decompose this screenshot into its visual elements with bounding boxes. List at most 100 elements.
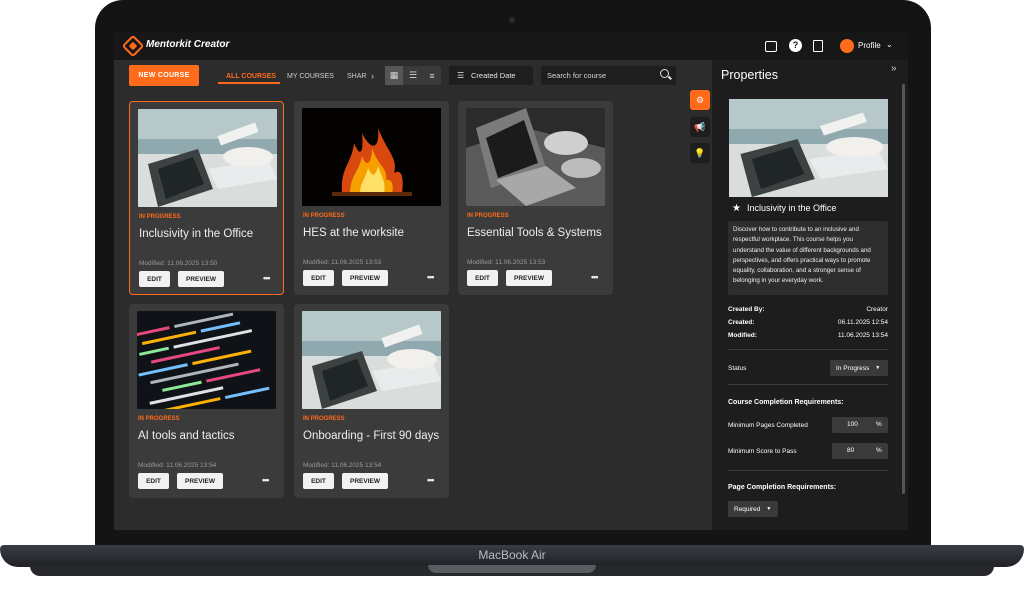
course-card[interactable]: IN PROGRESS HES at the worksite Modified…: [294, 101, 449, 295]
camera-dot: [509, 17, 515, 23]
device-brand-label: MacBook Air: [478, 548, 546, 562]
preview-button[interactable]: PREVIEW: [342, 473, 388, 489]
properties-panel: Properties » ★ Inclusivity in the Office…: [712, 60, 908, 530]
edit-button[interactable]: EDIT: [139, 271, 170, 287]
more-options-icon[interactable]: •••: [591, 272, 599, 282]
panel-scrollbar[interactable]: [902, 84, 905, 494]
course-thumbnail: [466, 108, 605, 206]
course-title: AI tools and tactics: [138, 430, 235, 442]
course-thumbnail: [302, 311, 441, 409]
modified-label: Modified:: [728, 332, 757, 339]
panel-title: Properties: [721, 68, 778, 82]
course-modified: Modified: 11.06.2025 13:53: [303, 259, 382, 266]
tab-all-courses[interactable]: ALL COURSES: [226, 73, 276, 80]
preview-button[interactable]: PREVIEW: [178, 271, 224, 287]
tab-shared[interactable]: SHAR: [347, 73, 366, 80]
created-value: 06.11.2025 12:54: [837, 319, 888, 326]
code-photo-image: [137, 311, 276, 409]
course-status: IN PROGRESS: [303, 416, 345, 422]
course-modified: Modified: 11.06.2025 13:53: [467, 259, 546, 266]
list-view-icon[interactable]: ☰: [404, 66, 422, 85]
new-course-button[interactable]: NEW COURSE: [129, 65, 199, 86]
megaphone-icon[interactable]: 📢: [690, 117, 710, 137]
book-icon[interactable]: [813, 40, 823, 52]
compact-list-icon[interactable]: ≡: [423, 66, 441, 85]
preview-button[interactable]: PREVIEW: [342, 270, 388, 286]
page-completion-heading: Page Completion Requirements:: [728, 484, 837, 491]
laptop-notch: [428, 565, 596, 573]
selected-course-title: Inclusivity in the Office: [747, 203, 837, 213]
more-options-icon[interactable]: •••: [427, 272, 435, 282]
course-modified: Modified: 11.06.2025 13:54: [138, 462, 217, 469]
chevron-down-icon[interactable]: ⌄: [886, 40, 893, 49]
view-toggle-group: ▦ ☰ ≡: [385, 66, 441, 85]
selected-course-thumbnail: [729, 99, 888, 197]
folder-icon[interactable]: [765, 41, 777, 52]
percent-unit: %: [876, 421, 882, 428]
divider: [728, 384, 888, 385]
app-title: Mentorkit Creator: [146, 39, 230, 50]
min-score-input[interactable]: 80 %: [832, 443, 888, 459]
min-pages-value: 100: [847, 421, 858, 428]
chevron-right-icon[interactable]: ›: [371, 71, 374, 81]
course-modified: Modified: 11.06.2025 13:50: [139, 260, 218, 267]
course-title: Onboarding - First 90 days: [303, 430, 440, 442]
help-icon[interactable]: ?: [789, 39, 802, 52]
laptop-photo-image: [138, 109, 277, 207]
lightbulb-icon[interactable]: 💡: [690, 143, 710, 163]
laptop-photo-image: [302, 311, 441, 409]
course-description[interactable]: Discover how to contribute to an inclusi…: [728, 221, 888, 295]
grid-view-icon[interactable]: ▦: [385, 66, 403, 85]
star-icon[interactable]: ★: [732, 203, 741, 214]
course-modified: Modified: 11.06.2025 13:54: [303, 462, 382, 469]
course-card[interactable]: IN PROGRESS Onboarding - First 90 days M…: [294, 304, 449, 498]
tab-my-courses[interactable]: MY COURSES: [287, 73, 334, 80]
edit-button[interactable]: EDIT: [138, 473, 169, 489]
more-options-icon[interactable]: •••: [263, 273, 271, 283]
preview-button[interactable]: PREVIEW: [506, 270, 552, 286]
min-score-value: 80: [847, 447, 855, 454]
course-title: Inclusivity in the Office: [139, 228, 254, 240]
percent-unit: %: [876, 447, 882, 454]
course-title: Essential Tools & Systems: [467, 227, 602, 239]
search-input[interactable]: [541, 66, 676, 85]
more-options-icon[interactable]: •••: [427, 475, 435, 485]
course-card[interactable]: IN PROGRESS Inclusivity in the Office Mo…: [129, 101, 284, 295]
status-dropdown[interactable]: In Progress ▼: [830, 360, 888, 376]
laptop-photo-image: [729, 99, 888, 197]
edit-button[interactable]: EDIT: [303, 270, 334, 286]
course-thumbnail: [138, 109, 277, 207]
course-status: IN PROGRESS: [467, 213, 509, 219]
mentorkit-logo-icon: [121, 34, 145, 58]
min-score-label: Minimum Score to Pass: [728, 448, 797, 455]
top-bar: Mentorkit Creator ? Profile ⌄: [114, 32, 908, 60]
page-requirement-value: Required: [734, 505, 761, 513]
course-card[interactable]: IN PROGRESS Essential Tools & Systems Mo…: [458, 101, 613, 295]
page-requirement-dropdown[interactable]: Required ▼: [728, 501, 778, 517]
settings-gear-icon[interactable]: ⚙: [690, 90, 710, 110]
course-thumbnail: [137, 311, 276, 409]
collapse-panel-icon[interactable]: »: [891, 63, 897, 74]
created-by-label: Created By:: [728, 306, 765, 313]
caret-down-icon: ▼: [875, 365, 881, 371]
active-tab-indicator: [218, 82, 280, 84]
preview-button[interactable]: PREVIEW: [177, 473, 223, 489]
sort-icon: ☰: [457, 71, 465, 80]
app-screen: Mentorkit Creator ? Profile ⌄ NEW COURSE…: [114, 32, 908, 530]
course-status: IN PROGRESS: [303, 213, 345, 219]
course-status: IN PROGRESS: [139, 214, 181, 220]
profile-label[interactable]: Profile: [858, 41, 881, 50]
avatar[interactable]: [840, 39, 854, 53]
edit-button[interactable]: EDIT: [467, 270, 498, 286]
bw-laptop-photo-image: [466, 108, 605, 206]
course-thumbnail: [302, 108, 441, 206]
search-icon[interactable]: [660, 69, 669, 78]
created-by-value: Creator: [866, 306, 888, 313]
min-pages-input[interactable]: 100 %: [832, 417, 888, 433]
more-options-icon[interactable]: •••: [262, 475, 270, 485]
created-label: Created:: [728, 319, 755, 326]
fire-photo-image: [302, 108, 441, 206]
edit-button[interactable]: EDIT: [303, 473, 334, 489]
sort-dropdown[interactable]: ☰ Created Date: [449, 66, 533, 85]
course-card[interactable]: IN PROGRESS AI tools and tactics Modifie…: [129, 304, 284, 498]
